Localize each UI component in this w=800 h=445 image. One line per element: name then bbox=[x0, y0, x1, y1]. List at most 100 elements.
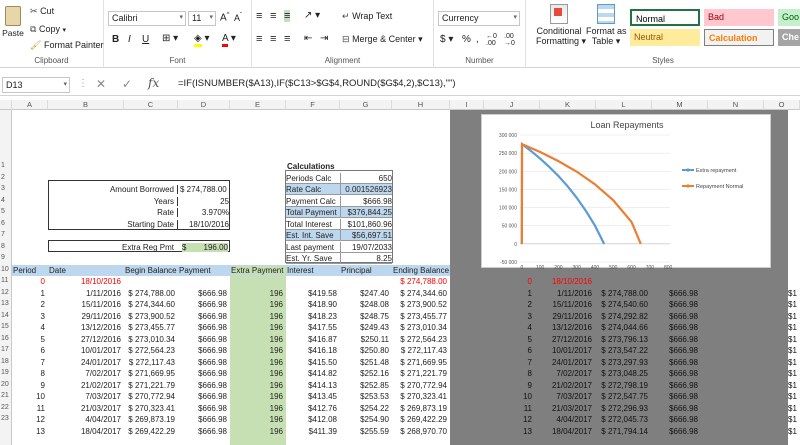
table2-cell: 18/10/2016 bbox=[551, 277, 592, 286]
style-normal[interactable]: Normal bbox=[630, 9, 700, 26]
number-format-combo[interactable]: Currency ▾ bbox=[438, 11, 520, 26]
row-header[interactable]: 5 bbox=[0, 208, 12, 215]
row-header[interactable]: 3 bbox=[0, 185, 12, 192]
wrap-text-button[interactable]: ↵ Wrap Text bbox=[342, 11, 392, 22]
style-neutral[interactable]: Neutral bbox=[630, 29, 700, 46]
decrease-decimal-button[interactable]: .00 →0 bbox=[504, 33, 515, 47]
format-as-table-button[interactable]: Format as Table ▾ bbox=[586, 4, 627, 46]
column-header[interactable]: G bbox=[340, 100, 392, 110]
decrease-indent-icon[interactable]: ⇤ bbox=[304, 33, 312, 44]
column-header[interactable]: M bbox=[652, 100, 708, 110]
table-header: Begin Balance bbox=[125, 265, 177, 275]
column-header[interactable]: N bbox=[708, 100, 764, 110]
currency-button[interactable]: $ ▾ bbox=[440, 34, 453, 45]
align-right-icon[interactable]: ≡ bbox=[284, 33, 290, 45]
row-header[interactable]: 11 bbox=[0, 277, 12, 284]
borders-button[interactable]: ⊞ ▾ bbox=[162, 33, 178, 44]
row-header[interactable]: 10 bbox=[0, 266, 12, 273]
row-header[interactable]: 6 bbox=[0, 220, 12, 227]
insert-function-icon[interactable]: fx bbox=[148, 76, 159, 90]
copy-button[interactable]: ⧉ Copy ▾ bbox=[30, 24, 66, 35]
row-header[interactable]: 15 bbox=[0, 323, 12, 330]
comma-button[interactable]: , bbox=[476, 34, 479, 45]
row-header[interactable]: 12 bbox=[0, 289, 12, 296]
row-header[interactable]: 17 bbox=[0, 346, 12, 353]
align-center-icon[interactable]: ≡ bbox=[270, 33, 276, 45]
column-header[interactable]: C bbox=[124, 100, 178, 110]
row-header[interactable]: 1 bbox=[0, 162, 12, 169]
row-header[interactable]: 18 bbox=[0, 358, 12, 365]
merge-center-button[interactable]: ⊟ Merge & Center ▾ bbox=[342, 34, 423, 45]
row-header[interactable]: 4 bbox=[0, 197, 12, 204]
row-header[interactable]: 8 bbox=[0, 243, 12, 250]
style-bad[interactable]: Bad bbox=[704, 9, 774, 26]
column-header[interactable]: J bbox=[484, 100, 540, 110]
column-header[interactable]: L bbox=[596, 100, 652, 110]
column-header[interactable]: I bbox=[450, 100, 484, 110]
column-header[interactable]: H bbox=[392, 100, 450, 110]
cut-button[interactable]: ✂ Cut bbox=[30, 6, 54, 17]
column-header[interactable]: B bbox=[48, 100, 124, 110]
column-header[interactable]: D bbox=[178, 100, 230, 110]
worksheet-grid[interactable]: Loan Repayments -50 000 0 50 000 100 000 150 … bbox=[12, 110, 800, 445]
font-color-button[interactable]: A ▾ bbox=[222, 33, 236, 47]
row-header[interactable]: 14 bbox=[0, 312, 12, 319]
column-header[interactable]: A bbox=[12, 100, 48, 110]
row-header[interactable]: 13 bbox=[0, 300, 12, 307]
row-header[interactable]: 9 bbox=[0, 254, 12, 261]
input-value[interactable]: 18/10/2016 bbox=[177, 219, 229, 229]
select-all-corner[interactable] bbox=[0, 100, 12, 110]
increase-indent-icon[interactable]: ⇥ bbox=[320, 33, 328, 44]
name-box[interactable]: D13 ▾ bbox=[2, 77, 70, 93]
row-header[interactable]: 22 bbox=[0, 404, 12, 411]
fill-color-button[interactable]: ◈ ▾ bbox=[194, 33, 210, 47]
table-cell: $666.98 bbox=[198, 323, 227, 332]
column-header[interactable]: K bbox=[540, 100, 596, 110]
style-good[interactable]: Goo bbox=[778, 9, 800, 26]
row-header[interactable]: 16 bbox=[0, 335, 12, 342]
column-header[interactable]: F bbox=[286, 100, 340, 110]
decrease-font-button[interactable]: Aˇ bbox=[234, 13, 242, 23]
column-header[interactable]: O bbox=[764, 100, 800, 110]
orientation-icon[interactable]: ↗ ▾ bbox=[304, 10, 320, 21]
percent-button[interactable]: % bbox=[462, 34, 471, 45]
font-name-combo[interactable]: Calibri ▾ bbox=[108, 11, 186, 26]
table2-cell: $ 274,540.60 bbox=[601, 300, 648, 309]
row-header[interactable]: 7 bbox=[0, 231, 12, 238]
cancel-icon[interactable]: ✕ bbox=[96, 77, 106, 91]
format-painter-button[interactable]: 🖌 Format Painter bbox=[30, 40, 103, 51]
underline-button[interactable]: U bbox=[142, 34, 149, 45]
conditional-formatting-button[interactable]: Conditional Formatting ▾ bbox=[536, 4, 586, 46]
style-check[interactable]: Che bbox=[778, 29, 800, 46]
align-bottom-icon[interactable]: ≡ bbox=[284, 10, 291, 22]
bold-button[interactable]: B bbox=[112, 34, 119, 45]
row-header[interactable]: 21 bbox=[0, 392, 12, 399]
row-header[interactable]: 2 bbox=[0, 174, 12, 181]
formula-input[interactable]: =IF(ISNUMBER($A13),IF($C13>$G$4,ROUND($G… bbox=[178, 78, 456, 89]
align-left-icon[interactable]: ≡ bbox=[256, 33, 262, 45]
x-tick-label: 800 bbox=[664, 265, 673, 269]
options-icon[interactable]: ⋮ bbox=[78, 78, 88, 89]
style-calculation[interactable]: Calculation bbox=[704, 29, 774, 46]
align-top-icon[interactable]: ≡ bbox=[256, 10, 262, 22]
font-size-combo[interactable]: 11 ▾ bbox=[188, 11, 216, 26]
column-header[interactable]: E bbox=[230, 100, 286, 110]
align-middle-icon[interactable]: ≡ bbox=[270, 10, 276, 22]
paste-button[interactable]: Paste bbox=[2, 6, 24, 38]
row-header[interactable]: 20 bbox=[0, 381, 12, 388]
row-header[interactable]: 23 bbox=[0, 415, 12, 422]
italic-button[interactable]: I bbox=[128, 34, 131, 45]
input-value[interactable]: 3.970% bbox=[177, 208, 229, 217]
table-cell: 7/02/2017 bbox=[85, 369, 121, 378]
table2-cell: 13 bbox=[523, 426, 532, 436]
increase-font-button[interactable]: A^ bbox=[220, 12, 230, 23]
table-cell: $417.55 bbox=[308, 323, 337, 332]
enter-icon[interactable]: ✓ bbox=[122, 77, 132, 91]
loan-repayments-chart[interactable]: Loan Repayments -50 000 0 50 000 100 000 150 … bbox=[481, 114, 771, 271]
input-value[interactable]: $ 274,788.00 bbox=[177, 185, 229, 194]
row-header[interactable]: 19 bbox=[0, 369, 12, 376]
styles-group-label: Styles bbox=[652, 56, 674, 65]
extra-reg-pmt-value[interactable]: 196.00 bbox=[192, 242, 228, 252]
input-value[interactable]: 25 bbox=[177, 196, 229, 206]
increase-decimal-button[interactable]: ←0.00 bbox=[486, 33, 497, 47]
